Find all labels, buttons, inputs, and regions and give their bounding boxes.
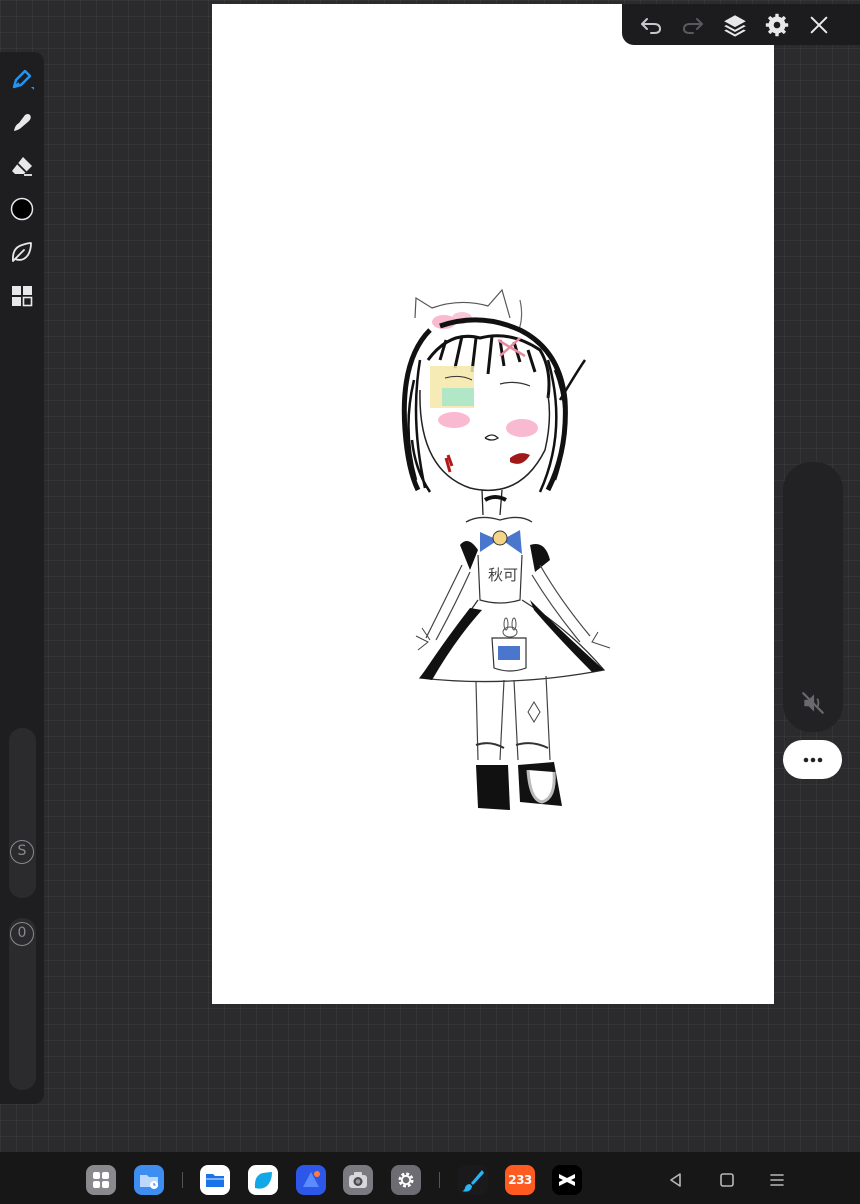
home-button[interactable] <box>711 1164 743 1196</box>
top-toolbar <box>622 4 860 45</box>
files-button[interactable] <box>200 1165 230 1195</box>
camera-icon <box>349 1172 367 1188</box>
pen-tool[interactable] <box>2 61 42 97</box>
color-picker[interactable] <box>2 191 42 227</box>
smudge-tool[interactable] <box>2 104 42 140</box>
layers-button[interactable] <box>714 4 756 45</box>
notes-icon <box>254 1172 272 1189</box>
app-drawer-icon <box>93 1172 109 1188</box>
file-manager-icon <box>140 1175 158 1189</box>
paint-app-icon <box>462 1170 484 1192</box>
menu-icon <box>770 1174 784 1186</box>
browser-button[interactable] <box>296 1165 326 1195</box>
layers-icon <box>724 14 746 37</box>
redo-button[interactable] <box>672 4 714 45</box>
233-app-icon: 233 <box>508 1173 532 1187</box>
drawing-badge-text: 秋可 <box>488 566 518 584</box>
system-taskbar: 233 <box>0 1152 860 1204</box>
color-swatch <box>10 197 34 221</box>
browser-icon <box>303 1171 320 1187</box>
pen-icon <box>12 69 34 90</box>
gallery-tool[interactable] <box>2 278 42 314</box>
tool-sidebar: S 0 <box>0 52 44 1104</box>
settings-button[interactable] <box>756 4 798 45</box>
mute-icon[interactable] <box>800 690 826 716</box>
opacity-knob[interactable]: 0 <box>10 922 34 946</box>
taskbar-divider <box>182 1172 183 1188</box>
files-icon <box>206 1174 224 1187</box>
file-manager-button[interactable] <box>134 1165 164 1195</box>
brush-size-knob[interactable]: S <box>10 840 34 864</box>
gear-icon <box>765 13 789 36</box>
eraser-tool[interactable] <box>2 148 42 184</box>
leaf-icon <box>12 242 32 262</box>
back-icon <box>670 1173 681 1187</box>
smudge-icon <box>14 114 31 131</box>
more-icon <box>803 757 822 762</box>
grid-icon <box>12 286 33 307</box>
menu-button[interactable] <box>761 1164 793 1196</box>
back-button[interactable] <box>660 1164 692 1196</box>
paint-app-button[interactable] <box>458 1165 488 1195</box>
redo-icon <box>682 17 703 34</box>
close-button[interactable] <box>798 4 840 45</box>
drawing-canvas[interactable]: 秋可 <box>212 4 774 1004</box>
settings-icon <box>398 1172 414 1188</box>
capcut-icon <box>559 1174 575 1186</box>
undo-button[interactable] <box>630 4 672 45</box>
capcut-button[interactable] <box>552 1165 582 1195</box>
settings-app-button[interactable] <box>391 1165 421 1195</box>
home-icon <box>720 1173 734 1187</box>
undo-icon <box>641 17 662 34</box>
camera-button[interactable] <box>343 1165 373 1195</box>
more-button[interactable] <box>783 740 842 779</box>
notes-button[interactable] <box>248 1165 278 1195</box>
233-app-button[interactable]: 233 <box>505 1165 535 1195</box>
brush-size-slider[interactable] <box>9 728 36 898</box>
eraser-icon <box>12 157 32 176</box>
taskbar-divider <box>439 1172 440 1188</box>
app-drawer-button[interactable] <box>86 1165 116 1195</box>
drawing-artwork: 秋可 <box>401 288 611 810</box>
close-icon <box>810 16 828 33</box>
brush-library-tool[interactable] <box>2 234 42 270</box>
